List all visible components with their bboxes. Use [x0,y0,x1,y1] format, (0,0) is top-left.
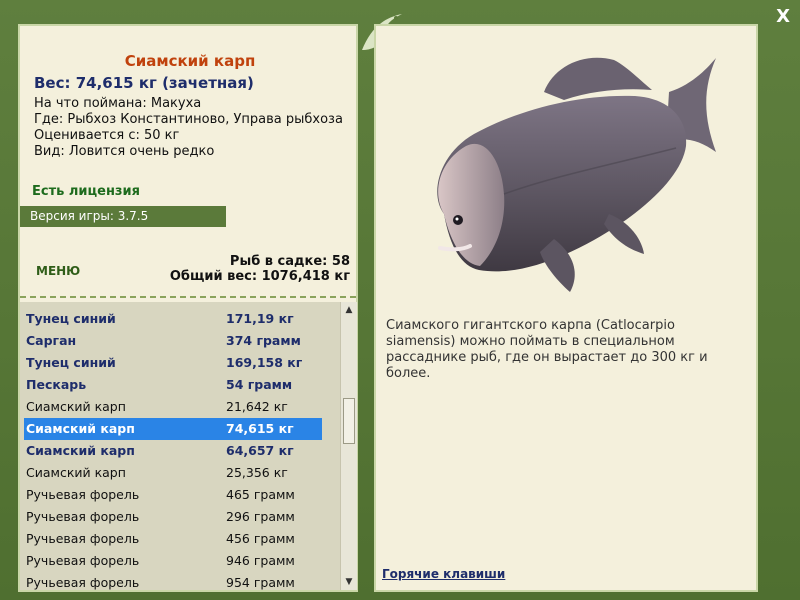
close-button[interactable]: X [776,6,790,27]
list-item[interactable]: Тунец синий 169,158 кг [24,352,322,374]
scroll-thumb[interactable] [343,398,355,444]
fish-weight-cell: 954 грамм [226,575,295,590]
fish-weight-cell: 74,615 кг [226,421,294,436]
fish-name: Тунец синий [26,355,116,370]
list-item[interactable]: Сиамский карп 25,356 кг [24,462,322,484]
fish-info-panel: Сиамский карп Вес: 74,615 кг (зачетная) … [18,24,358,592]
fish-image [437,57,716,292]
fish-name: Ручьевая форель [26,531,140,546]
fish-weight-cell: 946 грамм [226,553,295,568]
list-item[interactable]: Пескарь 54 грамм [24,374,322,396]
fish-weight-cell: 54 грамм [226,377,293,392]
fish-description: Сиамского гигантского карпа (Catlocarpio… [386,318,708,381]
hotkeys-link[interactable]: Горячие клавиши [382,567,505,581]
list-item[interactable]: Ручьевая форель 296 грамм [24,506,322,528]
list-item[interactable]: Сиамский карп 64,657 кг [24,440,322,462]
game-version: Версия игры: 3.7.5 [20,206,226,227]
license-status: Есть лицензия [32,184,140,199]
cage-summary: Рыб в садке: 58 Общий вес: 1076,418 кг [170,254,350,284]
fish-name: Сиамский карп [26,399,126,414]
valued-from: Оценивается с: 50 кг [34,128,180,143]
fish-weight-cell: 64,657 кг [226,443,294,458]
fish-weight-cell: 171,19 кг [226,311,294,326]
fish-weight-cell: 169,158 кг [226,355,303,370]
fish-weight-cell: 25,356 кг [226,465,288,480]
fish-name: Ручьевая форель [26,509,140,524]
fish-title: Сиамский карп [124,52,256,70]
fish-name: Ручьевая форель [26,575,140,590]
caught-with: На что поймана: Макуха [34,96,202,111]
fish-name: Пескарь [26,377,87,392]
list-item[interactable]: Ручьевая форель 946 грамм [24,550,322,572]
scroll-up-icon[interactable]: ▲ [341,302,357,318]
cage-count: Рыб в садке: 58 [229,254,350,269]
fish-weight-cell: 296 грамм [226,509,295,524]
fish-name: Ручьевая форель [26,553,140,568]
fish-name: Сиамский карп [26,421,135,436]
fish-weight-cell: 456 грамм [226,531,295,546]
fish-detail-panel: Сиамского гигантского карпа (Catlocarpio… [374,24,758,592]
fish-weight-cell: 374 грамм [226,333,301,348]
cage-total-weight: Общий вес: 1076,418 кг [169,269,350,284]
list-item[interactable]: Тунец синий 171,19 кг [24,308,322,330]
list-item[interactable]: Ручьевая форель 456 грамм [24,528,322,550]
fish-weight-cell: 21,642 кг [226,399,288,414]
list-item[interactable]: Ручьевая форель 465 грамм [24,484,322,506]
list-item[interactable]: Ручьевая форель 954 грамм [24,572,322,590]
divider [20,296,356,298]
fish-name: Ручьевая форель [26,487,140,502]
fish-name: Тунец синий [26,311,116,326]
list-item[interactable]: Сиамский карп 74,615 кг [24,418,322,440]
species-rarity: Вид: Ловится очень редко [34,144,215,159]
catch-list[interactable]: Тунец синий 171,19 кг Сарган 374 грамм Т… [20,302,356,590]
list-item[interactable]: Сарган 374 грамм [24,330,322,352]
fish-weight-cell: 465 грамм [226,487,295,502]
fish-name: Сиамский карп [26,443,135,458]
fish-name: Сарган [26,333,77,348]
menu-button[interactable]: МЕНЮ [36,264,80,278]
close-icon: X [776,6,790,27]
fish-weight: Вес: 74,615 кг (зачетная) [34,74,254,92]
list-scrollbar[interactable]: ▲ ▼ [340,302,357,590]
list-item[interactable]: Сиамский карп 21,642 кг [24,396,322,418]
fish-name: Сиамский карп [26,465,126,480]
game-window-frame: X Сиамский карп Вес: 74,615 кг (зачетная… [0,0,800,600]
scroll-down-icon[interactable]: ▼ [341,574,357,590]
caught-where: Где: Рыбхоз Константиново, Управа рыбхоз… [34,112,343,127]
